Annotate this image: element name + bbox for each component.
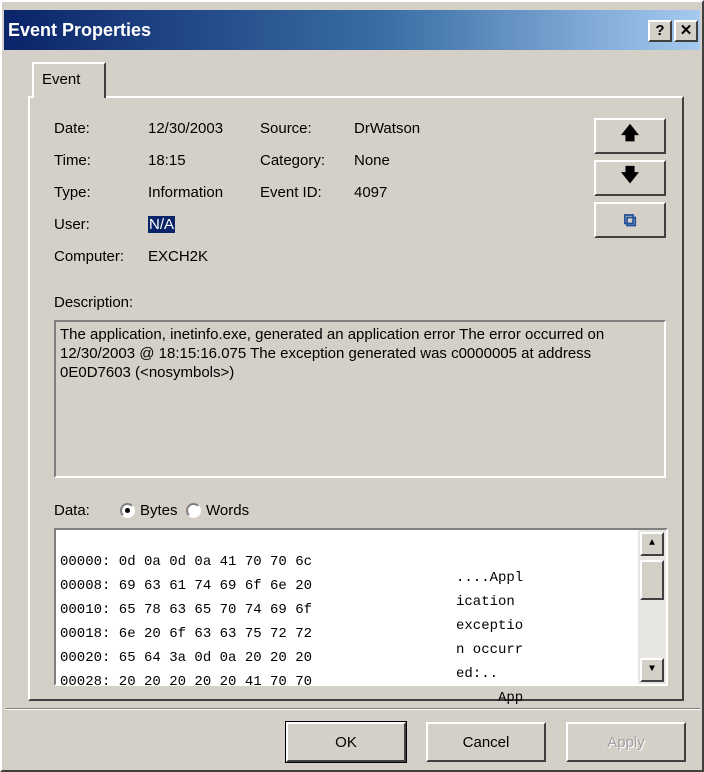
data-row-ascii: n occurr: [456, 642, 524, 658]
category-label: Category:: [260, 152, 326, 169]
computer-value: EXCH2K: [148, 248, 209, 265]
words-radio[interactable]: [186, 503, 201, 518]
apply-button[interactable]: Apply: [566, 722, 686, 762]
event-id-value: 4097: [354, 184, 388, 201]
previous-event-button[interactable]: 🡅: [594, 118, 666, 154]
data-hex-listbox[interactable]: 00000: 0d 0a 0d 0a 41 70 70 6c ....Appl …: [54, 528, 668, 706]
data-row: 00028: 20 20 20 20 20 41 70 70 App: [60, 658, 523, 722]
data-vertical-scrollbar[interactable]: ▲ ▼: [638, 530, 666, 684]
data-label: Data:: [54, 502, 90, 519]
category-value: None: [354, 152, 390, 169]
bytes-radio[interactable]: [120, 503, 135, 518]
words-radio-label[interactable]: Words: [206, 502, 249, 519]
data-row-hex: 00028: 20 20 20 20 20 41 70 70: [60, 674, 313, 690]
copy-event-button[interactable]: ⧉: [594, 202, 666, 238]
time-label: Time:: [54, 152, 91, 169]
next-event-button[interactable]: 🡇: [594, 160, 666, 196]
data-row-ascii: ....Appl: [456, 570, 524, 586]
scroll-up-arrow-icon: ▲: [648, 538, 655, 549]
data-row-ascii: exceptio: [456, 618, 524, 634]
arrow-down-icon: 🡇: [620, 165, 640, 185]
date-value: 12/30/2003: [148, 120, 224, 137]
user-label: User:: [54, 216, 90, 233]
source-label: Source:: [260, 120, 312, 137]
footer-separator: [6, 708, 700, 710]
scroll-down-arrow-icon: ▼: [648, 664, 655, 675]
description-label: Description:: [54, 294, 134, 311]
window-title: Event Properties: [8, 20, 152, 40]
type-label: Type:: [54, 184, 91, 201]
tab-event[interactable]: Event: [32, 62, 106, 98]
copy-icon: ⧉: [623, 209, 637, 230]
event-properties-window: Event Properties ? ✕ Event Date: 12/30/2…: [0, 0, 704, 772]
cancel-button[interactable]: Cancel: [426, 722, 546, 762]
type-value: Information: [148, 184, 224, 201]
scroll-up-button[interactable]: ▲: [640, 532, 664, 556]
help-button[interactable]: ?: [648, 20, 672, 42]
time-value: 18:15: [148, 152, 186, 169]
event-id-label: Event ID:: [260, 184, 322, 201]
arrow-up-icon: 🡅: [620, 123, 640, 143]
data-row-ascii: ed:..: [456, 666, 524, 682]
title-bar[interactable]: Event Properties ? ✕: [4, 10, 700, 50]
user-value[interactable]: N/A: [148, 216, 176, 233]
bytes-radio-label[interactable]: Bytes: [140, 502, 178, 519]
scroll-down-button[interactable]: ▼: [640, 658, 664, 682]
tab-event-label: Event: [42, 71, 81, 88]
source-value: DrWatson: [354, 120, 421, 137]
close-button[interactable]: ✕: [674, 20, 698, 42]
data-row-ascii: App: [456, 690, 524, 706]
data-row-ascii: ication: [456, 594, 524, 610]
description-box[interactable]: The application, inetinfo.exe, generated…: [54, 320, 666, 478]
date-label: Date:: [54, 120, 90, 137]
scroll-thumb[interactable]: [640, 560, 664, 600]
computer-label: Computer:: [54, 248, 125, 265]
ok-button[interactable]: OK: [285, 721, 407, 763]
description-text: The application, inetinfo.exe, generated…: [60, 326, 605, 381]
